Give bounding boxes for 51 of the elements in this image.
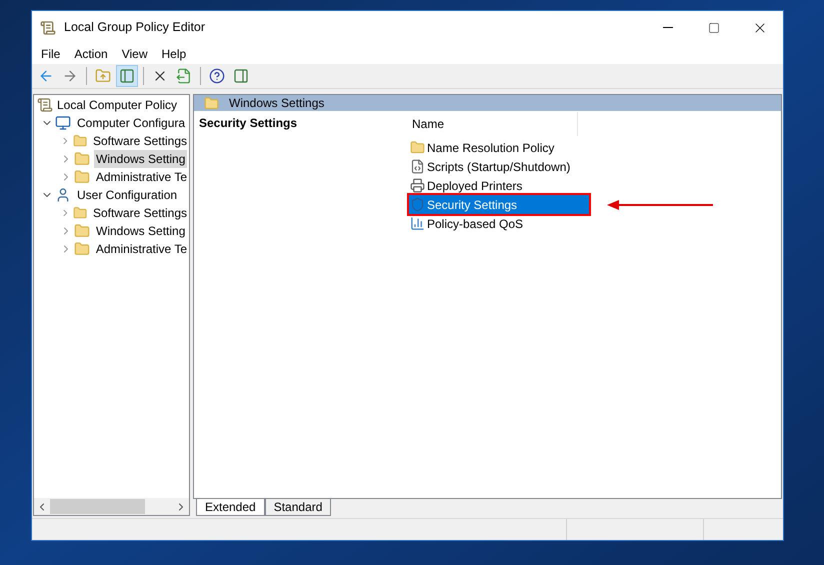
tree-item[interactable]: Administrative Te [94, 240, 189, 258]
monitor-icon [55, 115, 71, 131]
list-item[interactable]: Name Resolution Policy [409, 138, 589, 157]
printer-icon [410, 178, 425, 193]
window-title: Local Group Policy Editor [64, 19, 206, 36]
folder-up-icon [95, 68, 111, 84]
panel-header: Windows Settings [194, 95, 781, 111]
folder-icon [74, 151, 90, 167]
column-header[interactable]: Name [404, 112, 578, 136]
tree-item[interactable]: Windows Setting [94, 150, 188, 168]
list-item[interactable]: Security Settings [409, 195, 589, 214]
forward-icon [62, 68, 78, 84]
horizontal-scrollbar[interactable] [34, 498, 189, 515]
tree-item[interactable]: Windows Setting [94, 222, 188, 240]
menu-item[interactable]: Action [67, 45, 115, 63]
minimize-icon [663, 27, 673, 28]
tree-item[interactable]: Local Computer Policy [57, 96, 178, 114]
folder-icon [72, 133, 87, 149]
view-tab[interactable]: Standard [264, 499, 332, 516]
view-tab[interactable]: Extended [196, 499, 265, 516]
description-title: Security Settings [199, 116, 298, 130]
tree-item[interactable]: Software Settings [90, 132, 189, 150]
list-item[interactable]: Scripts (Startup/Shutdown) [409, 157, 589, 176]
maximize-icon [708, 22, 720, 34]
folder-icon [74, 169, 90, 185]
tree-item[interactable]: Administrative Te [94, 168, 189, 186]
folder-icon [74, 241, 90, 257]
folder-icon [72, 205, 87, 221]
menu-item[interactable]: File [34, 45, 68, 63]
toolbar-button[interactable] [116, 65, 138, 87]
tree-item[interactable]: User Configuration [75, 186, 180, 204]
user-icon [55, 187, 71, 203]
help-icon [209, 68, 225, 84]
panel-icon [233, 68, 249, 84]
menu-item[interactable]: View [114, 45, 154, 63]
scroll-icon [37, 97, 53, 113]
list-item[interactable]: Policy-based QoS [409, 214, 589, 233]
back-icon [38, 68, 54, 84]
list-item[interactable]: Deployed Printers [409, 176, 589, 195]
tree-item[interactable]: Computer Configura [75, 114, 188, 132]
folder-icon [410, 140, 425, 155]
app-icon [40, 20, 56, 36]
shield-icon [410, 197, 425, 212]
chart-icon [410, 216, 425, 231]
panel-icon [119, 68, 135, 84]
menu-item[interactable]: Help [154, 45, 194, 63]
folder-icon [204, 96, 219, 110]
tree-item[interactable]: Software Settings [90, 204, 189, 222]
folder-icon [74, 223, 90, 239]
script-icon [410, 159, 425, 174]
export-icon [176, 68, 192, 84]
